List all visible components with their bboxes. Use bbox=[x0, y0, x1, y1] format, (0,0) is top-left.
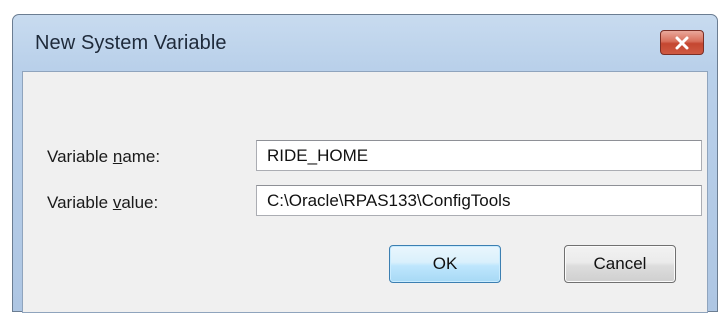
variable-name-field[interactable] bbox=[256, 140, 702, 171]
cancel-button[interactable]: Cancel bbox=[564, 245, 676, 283]
ok-button[interactable]: OK bbox=[389, 245, 501, 283]
dialog-title: New System Variable bbox=[35, 32, 227, 54]
close-icon bbox=[674, 36, 690, 50]
name-accelerator-key: n bbox=[112, 147, 123, 166]
close-button[interactable] bbox=[660, 30, 704, 55]
new-system-variable-dialog: New System Variable Variable name: Varia… bbox=[12, 14, 718, 313]
dialog-client-area: Variable name: Variable value: OK Cancel bbox=[22, 71, 708, 313]
variable-value-label: Variable value: bbox=[47, 193, 159, 212]
variable-value-field[interactable] bbox=[256, 185, 702, 216]
variable-name-label: Variable name: bbox=[47, 147, 161, 166]
